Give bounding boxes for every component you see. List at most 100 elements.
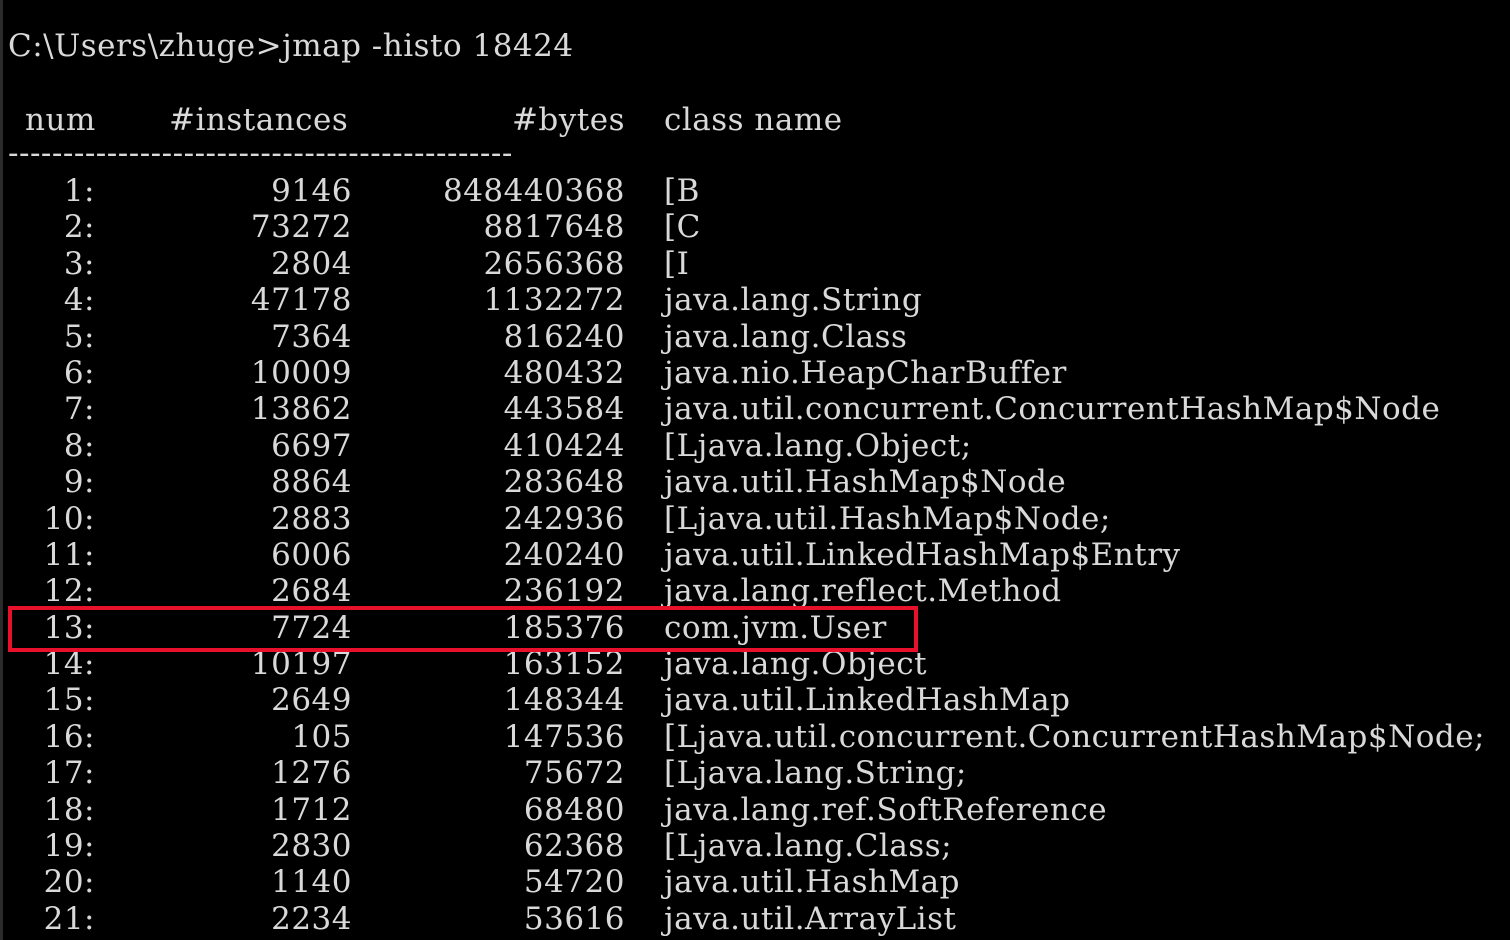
row-bytes: 53616 <box>523 900 625 937</box>
table-row: 3: 2804 2656368 [I <box>3 246 1510 282</box>
row-class-name: java.util.HashMap <box>664 864 961 901</box>
row-num: 20: <box>43 864 95 901</box>
row-bytes: 240240 <box>503 536 625 573</box>
header-num: num <box>25 102 96 138</box>
row-instances: 1712 <box>271 791 352 828</box>
row-bytes: 163152 <box>503 646 625 683</box>
table-row: 20: 1140 54720 java.util.HashMap <box>3 864 1510 900</box>
row-num: 17: <box>43 755 95 792</box>
row-class-name: [Ljava.util.concurrent.ConcurrentHashMap… <box>664 718 1485 755</box>
command-prompt-line: C:\Users\zhuge>jmap -histo 18424 <box>8 28 574 64</box>
row-bytes: 148344 <box>503 682 625 719</box>
row-num: 6: <box>63 354 95 391</box>
row-num: 8: <box>63 427 95 464</box>
row-class-name: java.lang.Class <box>664 318 908 355</box>
row-num: 4: <box>63 282 95 319</box>
row-instances: 47178 <box>250 282 352 319</box>
table-row: 19: 2830 62368 [Ljava.lang.Class; <box>3 828 1510 864</box>
row-instances: 2830 <box>271 828 352 865</box>
row-num: 9: <box>63 464 95 501</box>
histogram-rows: 1: 9146 848440368 [B 2: 73272 8817648 [C 3: 2804 2… <box>3 173 1510 937</box>
row-instances: 6006 <box>271 536 352 573</box>
table-row: 9: 8864 283648 java.util.HashMap$Node <box>3 464 1510 500</box>
row-num: 10: <box>43 500 95 537</box>
header-class-name: class name <box>664 102 843 138</box>
row-instances: 2649 <box>271 682 352 719</box>
table-row: 10: 2883 242936 [Ljava.util.HashMap$Node; <box>3 501 1510 537</box>
table-row: 11: 6006 240240 java.util.LinkedHashMap$Ent… <box>3 537 1510 573</box>
row-class-name: [I <box>664 245 690 282</box>
row-bytes: 480432 <box>503 354 625 391</box>
row-num: 19: <box>43 828 95 865</box>
row-class-name: java.util.ArrayList <box>664 900 957 937</box>
row-class-name: java.util.LinkedHashMap <box>664 682 1071 719</box>
table-row: 13: 7724 185376 com.jvm.User <box>3 610 1510 646</box>
row-instances: 13862 <box>250 391 352 428</box>
row-num: 14: <box>43 646 95 683</box>
row-class-name: java.lang.String <box>664 282 923 319</box>
row-num: 21: <box>43 900 95 937</box>
row-bytes: 8817648 <box>483 209 625 246</box>
table-row: 17: 1276 75672 [Ljava.lang.String; <box>3 755 1510 791</box>
table-header: num #instances #bytes class name <box>3 100 1510 140</box>
table-row: 12: 2684 236192 java.lang.reflect.Method <box>3 573 1510 609</box>
table-row: 4: 47178 1132272 java.lang.String <box>3 282 1510 318</box>
table-row: 1: 9146 848440368 [B <box>3 173 1510 209</box>
header-divider: ----------------------------------------… <box>8 146 848 160</box>
table-row: 8: 6697 410424 [Ljava.lang.Object; <box>3 428 1510 464</box>
row-num: 5: <box>63 318 95 355</box>
row-instances: 105 <box>291 718 352 755</box>
row-class-name: java.util.LinkedHashMap$Entry <box>664 536 1181 573</box>
row-instances: 7364 <box>271 318 352 355</box>
table-row: 7: 13862 443584 java.util.concurrent.Concur… <box>3 391 1510 427</box>
row-bytes: 443584 <box>503 391 625 428</box>
row-num: 13: <box>43 609 95 646</box>
row-instances: 10009 <box>250 354 352 391</box>
row-bytes: 75672 <box>523 755 625 792</box>
row-num: 2: <box>63 209 95 246</box>
row-bytes: 242936 <box>503 500 625 537</box>
table-row: 5: 7364 816240 java.lang.Class <box>3 319 1510 355</box>
row-class-name: [Ljava.lang.Class; <box>664 828 953 865</box>
row-bytes: 816240 <box>503 318 625 355</box>
table-row: 15: 2649 148344 java.util.LinkedHashMap <box>3 682 1510 718</box>
table-row: 6: 10009 480432 java.nio.HeapCharBuffer <box>3 355 1510 391</box>
terminal-window[interactable]: C:\Users\zhuge>jmap -histo 18424 num #in… <box>0 0 1510 940</box>
row-class-name: com.jvm.User <box>664 609 887 646</box>
row-instances: 7724 <box>271 609 352 646</box>
table-row: 18: 1712 68480 java.lang.ref.SoftReference <box>3 792 1510 828</box>
header-bytes: #bytes <box>511 102 625 138</box>
row-instances: 2804 <box>271 245 352 282</box>
row-class-name: java.util.concurrent.ConcurrentHashMap$N… <box>664 391 1441 428</box>
row-instances: 2684 <box>271 573 352 610</box>
row-class-name: java.lang.ref.SoftReference <box>664 791 1108 828</box>
row-instances: 2234 <box>271 900 352 937</box>
row-instances: 1276 <box>271 755 352 792</box>
row-bytes: 62368 <box>523 828 625 865</box>
row-bytes: 2656368 <box>483 245 625 282</box>
row-num: 15: <box>43 682 95 719</box>
row-bytes: 283648 <box>503 464 625 501</box>
row-class-name: [Ljava.util.HashMap$Node; <box>664 500 1111 537</box>
row-instances: 8864 <box>271 464 352 501</box>
row-bytes: 848440368 <box>442 173 625 209</box>
table-row: 2: 73272 8817648 [C <box>3 209 1510 245</box>
row-num: 11: <box>43 536 95 573</box>
row-bytes: 54720 <box>523 864 625 901</box>
row-num: 12: <box>43 573 95 610</box>
row-class-name: java.util.HashMap$Node <box>664 464 1067 501</box>
row-num: 7: <box>63 391 95 428</box>
row-instances: 6697 <box>271 427 352 464</box>
row-bytes: 185376 <box>503 609 625 646</box>
row-bytes: 1132272 <box>483 282 625 319</box>
row-class-name: [Ljava.lang.String; <box>664 755 967 792</box>
table-row: 16: 105 147536 [Ljava.util.concurrent.Concu… <box>3 719 1510 755</box>
row-instances: 73272 <box>250 209 352 246</box>
row-bytes: 236192 <box>503 573 625 610</box>
row-num: 3: <box>63 245 95 282</box>
row-class-name: [B <box>664 173 700 209</box>
row-instances: 1140 <box>271 864 352 901</box>
row-class-name: [C <box>664 209 701 246</box>
row-num: 1: <box>63 173 95 209</box>
row-instances: 10197 <box>250 646 352 683</box>
